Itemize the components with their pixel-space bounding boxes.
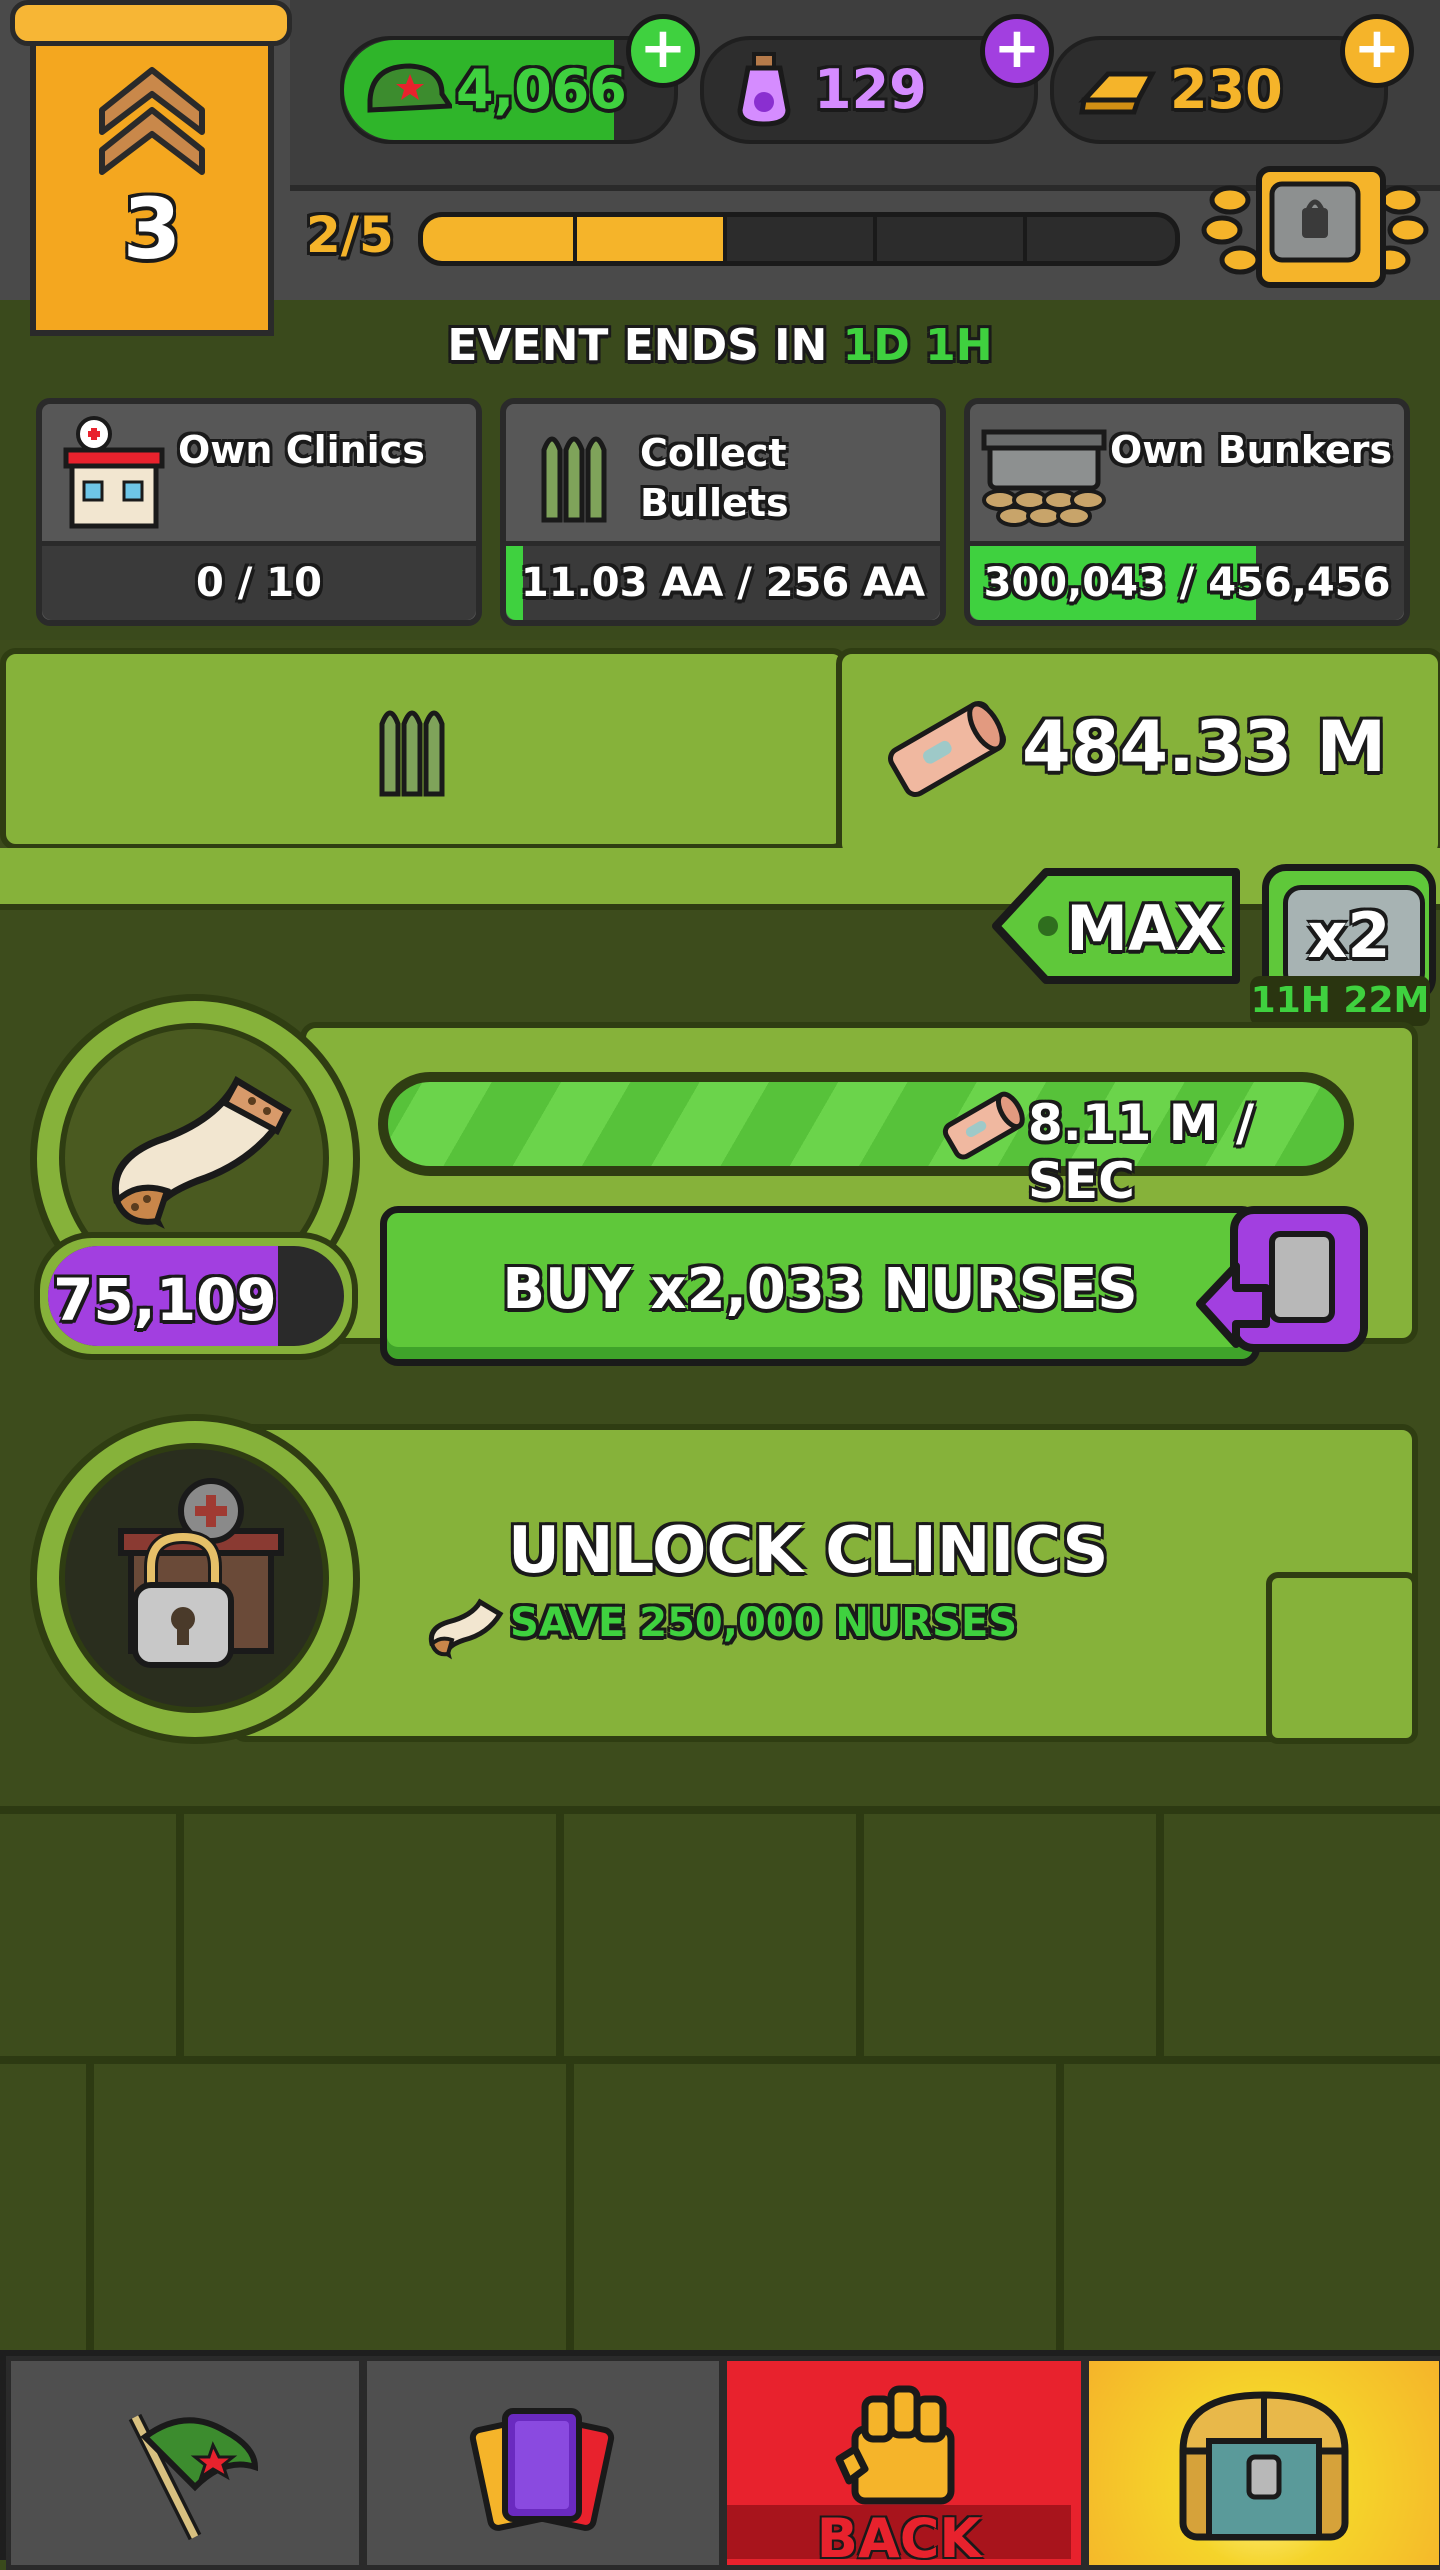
nav-missions-tab[interactable] xyxy=(6,2356,364,2570)
multiplier-timer: 11H 22M xyxy=(1250,976,1430,1026)
task-title: Own Bunkers xyxy=(1110,428,1393,472)
nurse-count-value: 75,109 xyxy=(53,1266,277,1334)
back-label: BACK xyxy=(816,2507,982,2570)
event-timer-prefix: EVENT ENDS IN xyxy=(447,320,828,371)
collect-panel xyxy=(0,648,848,850)
add-cash-button[interactable]: + xyxy=(626,14,700,88)
nav-cards-tab[interactable] xyxy=(362,2356,724,2570)
locked-clinic-icon xyxy=(118,1478,284,1668)
gold-bar-icon xyxy=(1078,71,1157,115)
task-progress-bar: 300,043 / 456,456 xyxy=(970,541,1404,620)
max-button[interactable]: MAX xyxy=(990,864,1246,988)
nurse-count-pill: 75,109 xyxy=(34,1232,358,1360)
rank-progress-label: 2/5 xyxy=(306,206,394,264)
unlock-clinics-requirement: SAVE 250,000 NURSES xyxy=(510,1600,1018,1646)
task-card-own-bunkers[interactable]: Own Bunkers 300,043 / 456,456 xyxy=(964,398,1410,626)
rank-reward-button[interactable] xyxy=(1200,150,1430,300)
potion-value: 129 xyxy=(814,58,927,121)
event-timer-days: 1D xyxy=(842,320,910,371)
bandage-strip-icon xyxy=(428,1598,504,1660)
buy-nurses-label: BUY x2,033 NURSES xyxy=(502,1257,1138,1322)
potion-icon xyxy=(737,52,791,127)
bandage-strip-icon xyxy=(111,1076,292,1229)
back-button[interactable]: BACK xyxy=(722,2356,1086,2570)
rank-progress-bar xyxy=(418,212,1180,266)
cards-icon xyxy=(469,2408,615,2531)
task-progress-bar: 0 / 10 xyxy=(42,541,476,620)
bandage-total-value: 484.33 M xyxy=(1022,706,1387,788)
task-progress-text: 0 / 10 xyxy=(196,560,322,606)
card-swap-button[interactable] xyxy=(1196,1204,1370,1360)
buy-nurses-button[interactable]: BUY x2,033 NURSES xyxy=(380,1206,1260,1366)
clinic-lock-ring xyxy=(30,1414,360,1744)
bandage-roll-icon xyxy=(942,1091,1025,1160)
task-progress-text: 11.03 AA / 256 AA xyxy=(520,560,926,606)
safe-icon xyxy=(1269,181,1361,263)
bullets-icon xyxy=(541,436,607,523)
clinic-icon xyxy=(63,416,165,529)
nav-chest-tab[interactable] xyxy=(1084,2356,1440,2570)
unlock-clinics-panel[interactable]: UNLOCK CLINICS SAVE 250,000 NURSES xyxy=(230,1424,1418,1744)
gold-value: 230 xyxy=(1170,58,1283,121)
bandage-total-panel: 484.33 M xyxy=(836,648,1440,860)
fist-icon xyxy=(835,2385,955,2505)
card-cycle-icon xyxy=(1196,1206,1368,1352)
rank-banner-roll xyxy=(10,0,292,46)
rank-level: 3 xyxy=(122,180,182,278)
bandage-roll-icon xyxy=(888,701,1006,797)
event-timer-hours: 1H xyxy=(925,320,993,371)
cash-value: 4,066 xyxy=(456,58,627,121)
bullets-icon xyxy=(379,710,445,797)
army-cap-icon xyxy=(367,63,452,113)
max-button-label: MAX xyxy=(1066,892,1224,965)
add-gold-button[interactable]: + xyxy=(1340,14,1414,88)
bunker-icon xyxy=(981,429,1107,527)
gold-pill[interactable]: 230 xyxy=(1050,36,1388,144)
treasure-chest-icon xyxy=(1179,2391,1349,2541)
task-progress-bar: 11.03 AA / 256 AA xyxy=(506,541,940,620)
nurse-rate-bar: 8.11 M / SEC xyxy=(378,1072,1354,1210)
nurse-rate-value: 8.11 M / SEC xyxy=(1028,1094,1255,1210)
flag-icon xyxy=(128,2413,259,2541)
rank-banner[interactable]: 3 xyxy=(30,0,274,336)
unlock-clinics-title: UNLOCK CLINICS xyxy=(508,1514,1109,1588)
task-title: Collect Bullets xyxy=(640,431,789,525)
multiplier-label: x2 xyxy=(1307,899,1391,972)
sergeant-chevrons-icon xyxy=(99,67,205,175)
add-potion-button[interactable]: + xyxy=(980,14,1054,88)
task-progress-text: 300,043 / 456,456 xyxy=(983,560,1391,606)
task-title: Own Clinics xyxy=(178,428,425,472)
event-timer: EVENT ENDS IN 1D 1H xyxy=(0,320,1440,371)
bottom-nav: BACK xyxy=(0,2350,1440,2570)
task-card-own-clinics[interactable]: Own Clinics 0 / 10 xyxy=(36,398,482,626)
task-card-collect-bullets[interactable]: Collect Bullets 11.03 AA / 256 AA xyxy=(500,398,946,626)
panel-corner-plate xyxy=(1266,1572,1418,1744)
